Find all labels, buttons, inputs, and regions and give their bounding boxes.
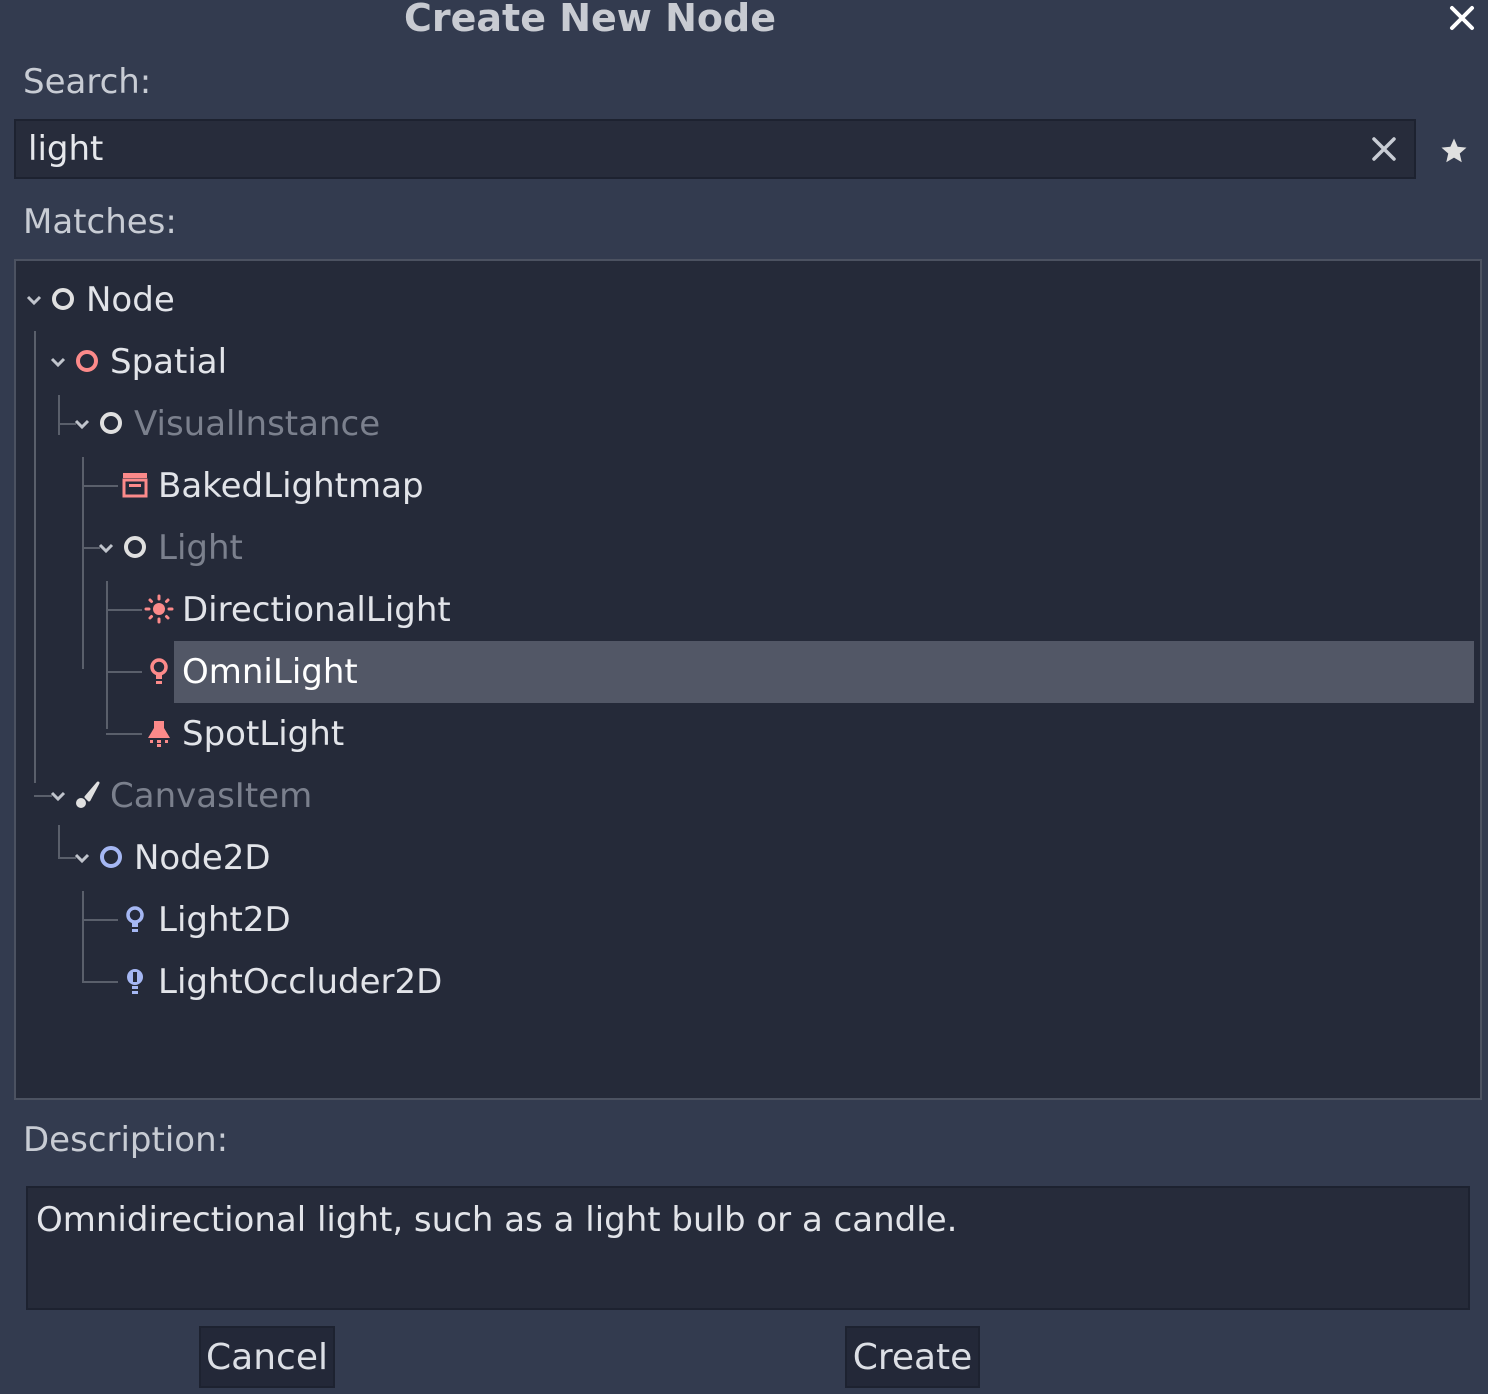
description-text: Omnidirectional light, such as a light b… [26,1186,1470,1310]
spatial-icon [76,350,98,372]
tree-item-label: Spatial [110,342,228,382]
light-icon [124,536,146,558]
selection-highlight [174,641,1474,703]
canvas-item-icon [76,781,100,808]
chevron-down-icon[interactable] [72,848,92,868]
light2d-icon [126,906,144,932]
tree-item-label: Light2D [158,900,291,940]
visual-instance-icon [100,412,122,434]
tree-item-visual-instance[interactable]: VisualInstance [16,393,1480,455]
tree-item-light-occluder2d[interactable]: LightOccluder2D [16,951,1480,1013]
search-field[interactable] [14,119,1416,179]
cancel-button[interactable]: Cancel [199,1326,335,1388]
tree-item-label: SpotLight [182,714,345,754]
close-icon [1450,6,1474,30]
tree-item-label: DirectionalLight [182,590,451,630]
node-icon [52,288,74,310]
close-icon [1372,137,1396,161]
tree-item-label: CanvasItem [110,776,313,816]
search-label: Search: [23,62,152,102]
spot-light-icon [148,721,170,747]
tree-item-label: Node2D [134,838,271,878]
tree-item-label: OmniLight [182,652,358,692]
search-input[interactable] [16,120,1354,178]
tree-item-node2d[interactable]: Node2D [16,827,1480,889]
chevron-down-icon[interactable] [48,786,68,806]
node2d-icon [100,846,122,868]
tree-item-directional-light[interactable]: DirectionalLight [16,579,1480,641]
light-occluder2d-icon [127,969,143,994]
chevron-down-icon[interactable] [24,290,44,310]
tree-item-label: BakedLightmap [158,466,424,506]
tree-item-omni-light[interactable]: OmniLight [16,641,1480,703]
matches-label: Matches: [23,202,177,242]
star-icon [1441,138,1467,163]
close-button[interactable] [1444,0,1480,36]
chevron-down-icon[interactable] [48,352,68,372]
favorite-button[interactable] [1430,129,1478,173]
tree-item-spatial[interactable]: Spatial [16,331,1480,393]
dialog-title: Create New Node [403,0,776,40]
clear-search-button[interactable] [1354,121,1414,177]
tree-item-label: VisualInstance [134,404,381,444]
create-button[interactable]: Create [845,1326,980,1388]
tree-item-label: Node [86,280,175,320]
baked-lightmap-icon [122,473,148,498]
tree-item-light2d[interactable]: Light2D [16,889,1480,951]
tree-item-node[interactable]: Node [16,269,1480,331]
tree-item-label: LightOccluder2D [158,962,443,1002]
tree-item-baked-lightmap[interactable]: BakedLightmap [16,455,1480,517]
tree-item-spot-light[interactable]: SpotLight [16,703,1480,765]
directional-light-icon [144,594,174,624]
tree-item-label: Light [158,528,243,568]
tree-item-light[interactable]: Light [16,517,1480,579]
chevron-down-icon[interactable] [96,538,116,558]
chevron-down-icon[interactable] [72,414,92,434]
omni-light-icon [150,658,168,684]
tree-item-canvas-item[interactable]: CanvasItem [16,765,1480,827]
description-label: Description: [23,1120,229,1160]
matches-tree[interactable]: Node Spatial VisualInstance BakedLightma… [14,259,1482,1100]
